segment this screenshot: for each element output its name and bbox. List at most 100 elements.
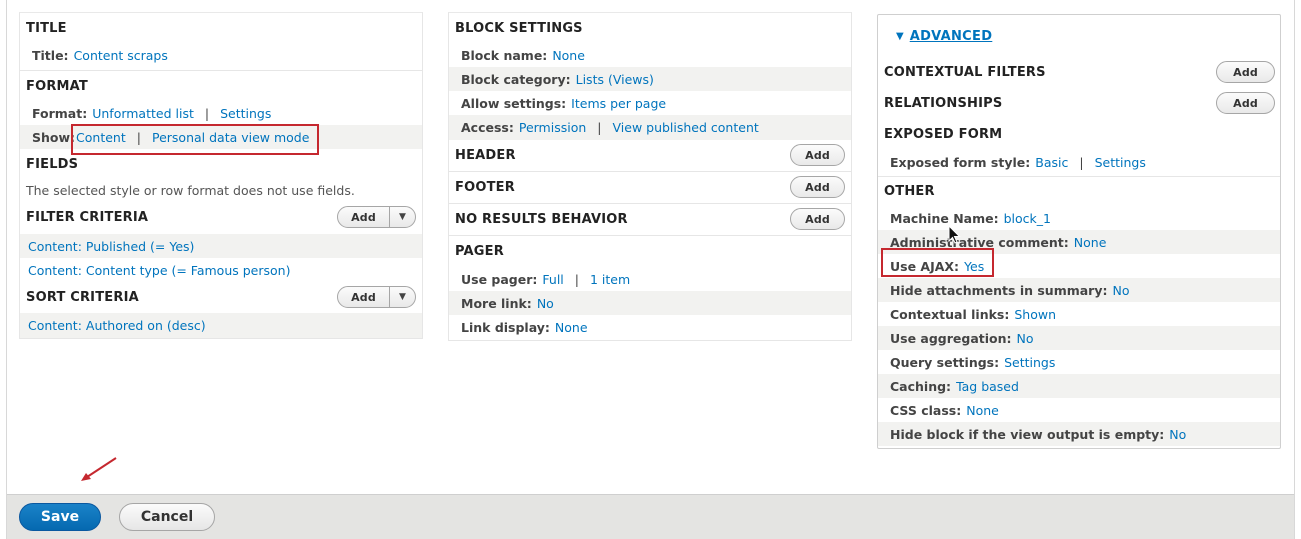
- sort-add-button[interactable]: Add ▼: [337, 286, 416, 308]
- section-pager-heading: PAGER: [455, 244, 504, 259]
- other-label: Machine Name:: [890, 210, 999, 226]
- section-no-results: NO RESULTS BEHAVIOR Add: [449, 204, 851, 235]
- block-name-row: Block name: None: [449, 43, 851, 67]
- caching-link[interactable]: Tag based: [956, 379, 1019, 394]
- more-link-link[interactable]: No: [537, 296, 554, 311]
- block-name-label: Block name:: [461, 47, 548, 63]
- hide-block-link[interactable]: No: [1169, 427, 1186, 442]
- other-row: Query settings: Settings: [878, 350, 1280, 374]
- section-other-heading: OTHER: [884, 184, 935, 199]
- css-class-link[interactable]: None: [966, 403, 999, 418]
- use-pager-row: Use pager: Full | 1 item: [449, 267, 851, 291]
- advanced-toggle[interactable]: ▼ ADVANCED: [878, 15, 1280, 57]
- format-link[interactable]: Unformatted list: [92, 106, 194, 121]
- hide-attachments-link[interactable]: No: [1113, 283, 1130, 298]
- section-contextual-filters: CONTEXTUAL FILTERS Add: [878, 57, 1280, 88]
- section-header: HEADER Add: [449, 140, 851, 171]
- format-row: Format: Unformatted list | Settings: [20, 101, 422, 125]
- admin-comment-link[interactable]: None: [1074, 235, 1107, 250]
- section-footer: FOOTER Add: [449, 172, 851, 203]
- exposed-settings-link[interactable]: Settings: [1095, 155, 1146, 170]
- filter-add-button[interactable]: Add ▼: [337, 206, 416, 228]
- contextual-add-button[interactable]: Add: [1216, 61, 1275, 83]
- fields-note: The selected style or row format does no…: [26, 182, 355, 198]
- more-link-label: More link:: [461, 295, 532, 311]
- title-row: Title: Content scraps: [20, 43, 422, 67]
- save-button[interactable]: Save: [19, 503, 101, 531]
- other-label: Contextual links:: [890, 306, 1010, 322]
- access-link[interactable]: Permission: [519, 120, 586, 135]
- more-link-row: More link: No: [449, 291, 851, 315]
- filter-item: Content: Content type (= Famous person): [20, 258, 422, 282]
- title-link[interactable]: Content scraps: [74, 48, 168, 63]
- sort-authored-link[interactable]: Content: Authored on (desc): [28, 318, 206, 333]
- separator: |: [204, 105, 210, 121]
- link-display-link[interactable]: None: [555, 320, 588, 335]
- separator: |: [1079, 154, 1084, 170]
- other-row: Caching: Tag based: [878, 374, 1280, 398]
- annotation-arrow-icon: [81, 457, 117, 481]
- annotation-highlight-show: [71, 124, 319, 155]
- column-first: TITLE Title: Content scraps FORMAT Forma…: [19, 12, 423, 339]
- allow-settings-link[interactable]: Items per page: [571, 96, 666, 111]
- annotation-highlight-ajax: [881, 248, 994, 277]
- format-label: Format:: [32, 105, 88, 121]
- use-pager-label: Use pager:: [461, 271, 538, 287]
- section-title-heading: TITLE: [26, 20, 67, 36]
- machine-name-link[interactable]: block_1: [1004, 211, 1051, 226]
- sort-add-label[interactable]: Add: [338, 287, 390, 307]
- exposed-style-label: Exposed form style:: [890, 154, 1031, 170]
- sort-heading-text: SORT CRITERIA: [26, 290, 139, 305]
- filter-content-type-link[interactable]: Content: Content type (= Famous person): [28, 263, 290, 278]
- title-label: Title:: [32, 47, 69, 63]
- chevron-down-icon[interactable]: ▼: [390, 287, 415, 307]
- no-results-add-button[interactable]: Add: [790, 208, 845, 230]
- contextual-links-link[interactable]: Shown: [1014, 307, 1056, 322]
- chevron-down-icon[interactable]: ▼: [390, 207, 415, 227]
- use-pager-link[interactable]: Full: [542, 272, 563, 287]
- access-extra-link[interactable]: View published content: [613, 120, 759, 135]
- advanced-panel: ▼ ADVANCED CONTEXTUAL FILTERS Add RELATI…: [877, 14, 1281, 449]
- other-label: CSS class:: [890, 402, 962, 418]
- other-label: Hide attachments in summary:: [890, 282, 1108, 298]
- format-settings-link[interactable]: Settings: [220, 106, 271, 121]
- other-row: Hide block if the view output is empty: …: [878, 422, 1280, 446]
- block-category-label: Block category:: [461, 71, 571, 87]
- cancel-button[interactable]: Cancel: [119, 503, 215, 531]
- section-sort-heading: SORT CRITERIA Add ▼: [20, 282, 422, 313]
- relationships-add-button[interactable]: Add: [1216, 92, 1275, 114]
- other-label: Hide block if the view output is empty:: [890, 426, 1165, 442]
- other-row: Machine Name: block_1: [878, 206, 1280, 230]
- footer-heading-text: FOOTER: [455, 180, 515, 195]
- exposed-style-link[interactable]: Basic: [1035, 155, 1068, 170]
- block-name-link[interactable]: None: [552, 48, 585, 63]
- header-add-button[interactable]: Add: [790, 144, 845, 166]
- footer-add-button[interactable]: Add: [790, 176, 845, 198]
- section-relationships: RELATIONSHIPS Add: [878, 88, 1280, 119]
- other-row: Contextual links: Shown: [878, 302, 1280, 326]
- section-exposed-heading: EXPOSED FORM: [884, 127, 1003, 142]
- pager-items-link[interactable]: 1 item: [590, 272, 630, 287]
- mouse-cursor-icon: [948, 225, 961, 244]
- query-settings-link[interactable]: Settings: [1004, 355, 1055, 370]
- section-block-heading: BLOCK SETTINGS: [455, 20, 583, 36]
- separator: |: [597, 120, 602, 135]
- filter-heading-text: FILTER CRITERIA: [26, 209, 149, 225]
- block-category-link[interactable]: Lists (Views): [576, 72, 654, 87]
- show-label: Show:: [32, 129, 76, 145]
- section-filter-heading: FILTER CRITERIA Add ▼: [20, 200, 422, 234]
- link-display-row: Link display: None: [449, 315, 851, 340]
- filter-published-link[interactable]: Content: Published (= Yes): [28, 239, 194, 254]
- use-aggregation-link[interactable]: No: [1017, 331, 1034, 346]
- allow-settings-label: Allow settings:: [461, 95, 567, 111]
- other-label: Use aggregation:: [890, 330, 1012, 346]
- sort-item: Content: Authored on (desc): [20, 313, 422, 338]
- column-second: BLOCK SETTINGS Block name: None Block ca…: [448, 12, 852, 341]
- block-category-row: Block category: Lists (Views): [449, 67, 851, 91]
- advanced-title[interactable]: ADVANCED: [910, 29, 993, 44]
- other-row: CSS class: None: [878, 398, 1280, 422]
- separator: |: [574, 271, 579, 287]
- exposed-form-row: Exposed form style: Basic | Settings: [878, 150, 1280, 174]
- filter-add-label[interactable]: Add: [338, 207, 390, 227]
- no-results-heading-text: NO RESULTS BEHAVIOR: [455, 212, 628, 227]
